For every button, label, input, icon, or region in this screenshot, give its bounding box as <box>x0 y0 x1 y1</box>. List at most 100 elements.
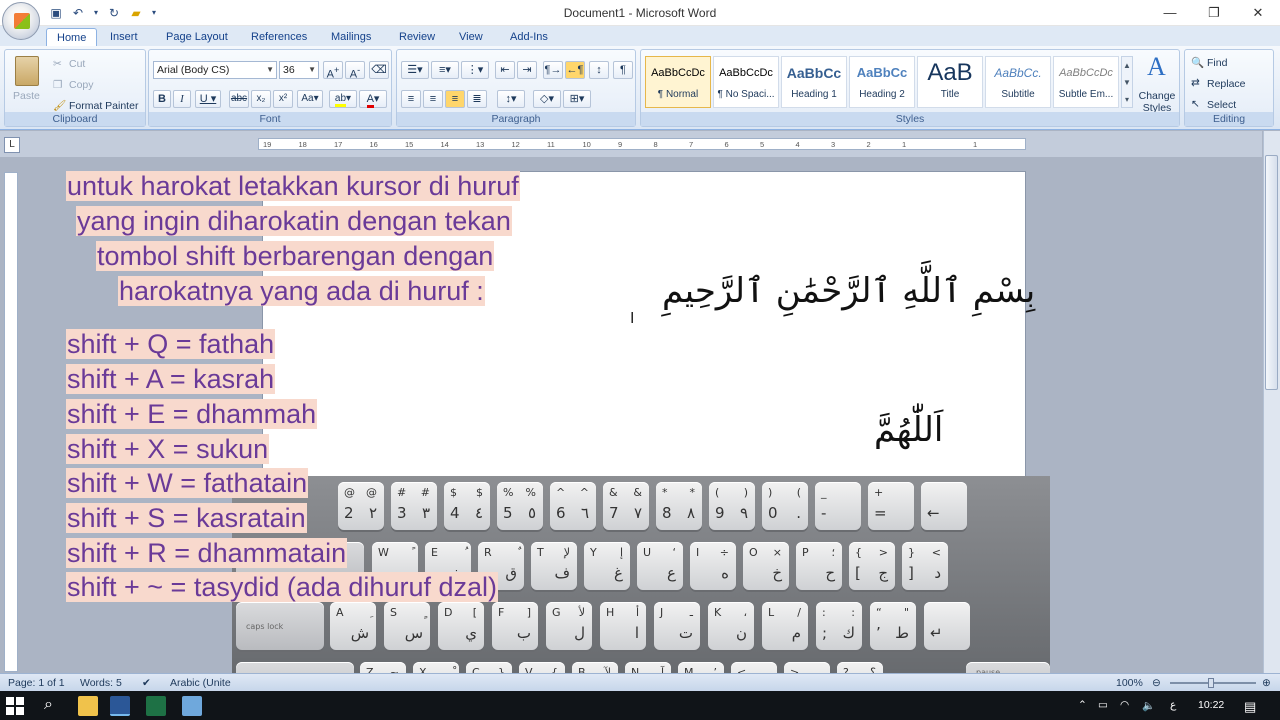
word-app-icon[interactable] <box>110 696 130 716</box>
tab-home[interactable]: Home <box>46 28 98 47</box>
style-heading-1[interactable]: AaBbCc Heading 1 <box>781 56 847 108</box>
tab-review[interactable]: Review <box>389 28 445 46</box>
zoom-in-icon[interactable]: ⊕ <box>1262 677 1271 689</box>
app-icon[interactable] <box>182 696 202 716</box>
style-subtle-emphasis[interactable]: AaBbCcDc Subtle Em... <box>1053 56 1119 108</box>
input-method-indicator[interactable]: ع <box>1170 699 1176 711</box>
replace-button[interactable]: Replace <box>1207 78 1246 90</box>
font-size-select[interactable]: 36 ▼ <box>279 61 319 79</box>
language-indicator[interactable]: Arabic (Unite <box>170 677 231 689</box>
select-icon[interactable]: ↖ <box>1191 98 1200 110</box>
align-left-icon[interactable]: ≡ <box>401 90 421 108</box>
style-title[interactable]: AaB Title <box>917 56 983 108</box>
style-subtitle[interactable]: AaBbCc. Subtitle <box>985 56 1051 108</box>
tab-references[interactable]: References <box>241 28 317 46</box>
sort-icon[interactable]: ↕ <box>589 61 609 79</box>
windows-start-icon[interactable] <box>6 697 24 715</box>
copy-icon[interactable]: ❐ <box>53 79 62 91</box>
line-spacing-icon[interactable]: ↕▾ <box>497 90 525 108</box>
bold-icon[interactable]: B <box>153 90 171 108</box>
maximize-icon[interactable]: ❐ <box>1192 0 1236 26</box>
highlighted-text: shift + R = dhammatain <box>66 538 348 568</box>
italic-icon[interactable]: I <box>173 90 191 108</box>
paste-icon[interactable] <box>15 56 39 86</box>
tab-view[interactable]: View <box>449 28 493 46</box>
tab-add-ins[interactable]: Add-Ins <box>500 28 558 46</box>
tab-insert[interactable]: Insert <box>100 28 148 46</box>
minimize-icon[interactable]: — <box>1148 0 1192 26</box>
tab-mailings[interactable]: Mailings <box>321 28 381 46</box>
find-icon[interactable]: 🔍 <box>1191 56 1204 69</box>
tray-chevron-icon[interactable]: ⌃ <box>1078 699 1087 711</box>
cut-icon[interactable]: ✂ <box>53 58 62 70</box>
change-styles-button[interactable]: Change Styles <box>1137 90 1177 114</box>
numbering-icon[interactable]: ≡▾ <box>431 61 459 79</box>
shading-icon[interactable]: ◇▾ <box>533 90 561 108</box>
shortcut-line: shift + X = sukun <box>66 432 270 466</box>
word-count[interactable]: Words: 5 <box>80 677 122 689</box>
format-painter-icon[interactable]: 🖌 <box>53 99 66 112</box>
file-explorer-icon[interactable] <box>78 696 98 716</box>
notification-icon[interactable]: ▤ <box>1244 699 1256 715</box>
multilevel-list-icon[interactable]: ⋮▾ <box>461 61 489 79</box>
clear-formatting-icon[interactable]: ⌫ <box>369 61 389 79</box>
style-no-spacing[interactable]: AaBbCcDc ¶ No Spaci... <box>713 56 779 108</box>
volume-icon[interactable]: 🔈 <box>1142 699 1155 712</box>
font-family-select[interactable]: Arial (Body CS) ▼ <box>153 61 277 79</box>
align-center-icon[interactable]: ≡ <box>423 90 443 108</box>
show-hide-icon[interactable]: ¶ <box>613 61 633 79</box>
page-count[interactable]: Page: 1 of 1 <box>8 677 65 689</box>
clock[interactable]: 10:22 <box>1198 699 1224 711</box>
replace-icon[interactable]: ⇄ <box>1191 77 1200 89</box>
grow-font-icon[interactable]: A+ <box>323 61 343 81</box>
style-normal[interactable]: AaBbCcDc ¶ Normal <box>645 56 711 108</box>
strikethrough-icon[interactable]: abc <box>229 90 249 108</box>
style-heading-2[interactable]: AaBbCc Heading 2 <box>849 56 915 108</box>
proofing-icon[interactable]: ✔ <box>142 677 151 689</box>
network-icon[interactable]: ◠ <box>1120 699 1129 711</box>
highlighted-text: shift + Q = fathah <box>66 329 276 359</box>
bullets-icon[interactable]: ☰▾ <box>401 61 429 79</box>
office-button[interactable] <box>2 2 40 40</box>
ltr-icon[interactable]: ¶→ <box>543 61 563 79</box>
justify-icon[interactable]: ≣ <box>467 90 487 108</box>
find-button[interactable]: Find <box>1207 57 1227 69</box>
shrink-font-icon[interactable]: A- <box>345 61 365 81</box>
subscript-icon[interactable]: x₂ <box>251 90 271 108</box>
zoom-out-icon[interactable]: ⊖ <box>1152 677 1161 689</box>
superscript-icon[interactable]: x² <box>273 90 293 108</box>
search-icon[interactable]: ⌕ <box>44 696 53 714</box>
scrollbar-thumb[interactable] <box>1265 155 1278 390</box>
key-legend: } <box>908 546 915 559</box>
horizontal-ruler[interactable]: 19 18 17 16 15 14 13 12 11 10 9 8 7 6 5 4 3 2 1 1 <box>258 138 1026 150</box>
tab-page-layout[interactable]: Page Layout <box>156 28 238 46</box>
increase-indent-icon[interactable]: ⇥ <box>517 61 537 79</box>
tab-selector[interactable]: L <box>4 137 20 153</box>
excel-app-icon[interactable] <box>146 696 166 716</box>
decrease-indent-icon[interactable]: ⇤ <box>495 61 515 79</box>
zoom-slider-thumb[interactable] <box>1208 678 1214 688</box>
cut-button[interactable]: Cut <box>69 58 85 70</box>
key-legend: - <box>821 504 827 522</box>
highlight-icon[interactable]: ab▾ <box>329 90 357 108</box>
battery-icon[interactable]: ▭ <box>1098 699 1108 711</box>
align-right-icon[interactable]: ≡ <box>445 90 465 108</box>
window-title: Document1 - Microsoft Word <box>563 6 717 20</box>
rtl-icon[interactable]: ←¶ <box>565 61 585 79</box>
change-styles-icon[interactable]: A <box>1147 52 1166 82</box>
borders-icon[interactable]: ⊞▾ <box>563 90 591 108</box>
styles-scroll[interactable]: ▲ ▼ ▾ <box>1121 56 1133 108</box>
paste-button[interactable]: Paste <box>13 90 40 102</box>
font-color-icon[interactable]: A▾ <box>359 90 387 108</box>
copy-button[interactable]: Copy <box>69 79 94 91</box>
key-legend: 5 <box>503 504 513 522</box>
key-legend: F <box>498 606 505 619</box>
zoom-level[interactable]: 100% <box>1116 677 1143 689</box>
vertical-ruler[interactable] <box>4 172 18 672</box>
select-button[interactable]: Select <box>1207 99 1236 111</box>
close-icon[interactable]: ✕ <box>1236 0 1280 26</box>
underline-icon[interactable]: U ▾ <box>195 90 221 108</box>
change-case-icon[interactable]: Aa▾ <box>297 90 323 108</box>
ruler-tick: 10 <box>582 140 591 149</box>
format-painter-button[interactable]: Format Painter <box>69 100 138 112</box>
